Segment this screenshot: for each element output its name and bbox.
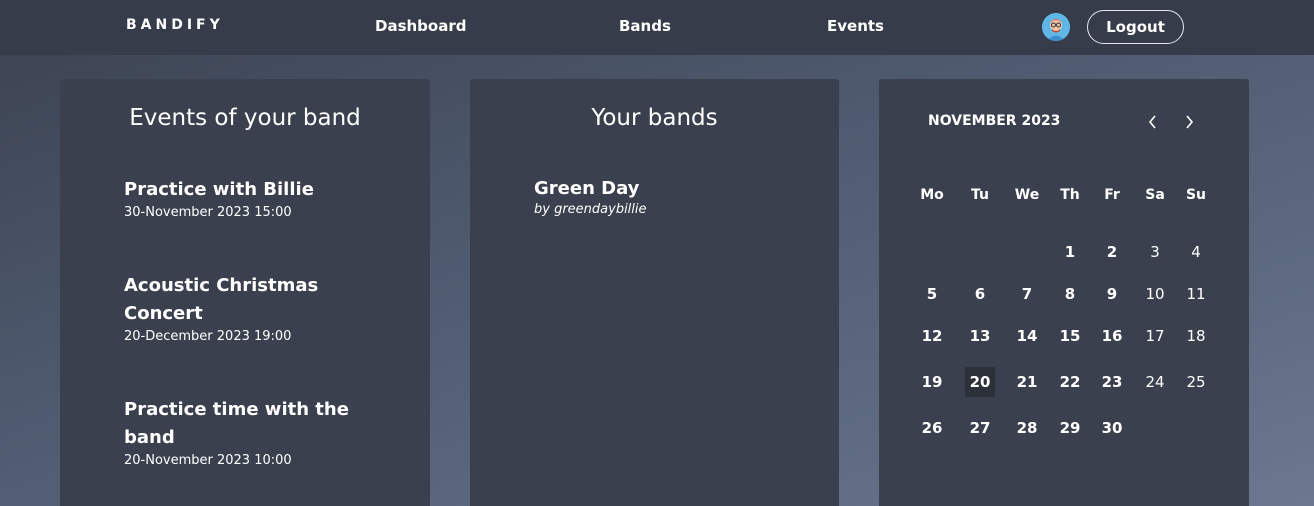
calendar-day[interactable]: 5 <box>917 279 947 309</box>
calendar-day[interactable]: 4 <box>1181 237 1211 267</box>
calendar-day[interactable]: 15 <box>1055 321 1085 351</box>
event-item[interactable]: Acoustic Christmas Concert 20-December 2… <box>124 272 364 346</box>
nav-link-dashboard[interactable]: Dashboard <box>375 17 466 35</box>
logout-button[interactable]: Logout <box>1087 10 1184 44</box>
calendar-day[interactable]: 11 <box>1181 279 1211 309</box>
calendar-day[interactable]: 3 <box>1140 237 1170 267</box>
brand-logo[interactable]: BANDIFY <box>126 17 224 33</box>
event-title: Practice with Billie <box>124 179 314 200</box>
event-title: Practice time with the band <box>124 399 349 448</box>
calendar-day[interactable]: 28 <box>1012 413 1042 443</box>
calendar-day[interactable]: 2 <box>1097 237 1127 267</box>
calendar-day[interactable]: 24 <box>1140 367 1170 397</box>
calendar-day[interactable]: 10 <box>1140 279 1170 309</box>
bands-card: Your bands Green Day by greendaybillie <box>470 79 839 506</box>
calendar-day[interactable]: 6 <box>965 279 995 309</box>
calendar-day[interactable]: 14 <box>1012 321 1042 351</box>
calendar-day[interactable]: 7 <box>1012 279 1042 309</box>
calendar-weekday-fr: Fr <box>1104 187 1120 203</box>
band-name: Green Day <box>534 178 640 199</box>
calendar-day[interactable]: 30 <box>1097 413 1127 443</box>
chevron-left-icon[interactable] <box>1143 112 1163 132</box>
calendar-day[interactable]: 25 <box>1181 367 1211 397</box>
event-item[interactable]: Practice time with the band 20-November … <box>124 396 364 470</box>
event-title: Acoustic Christmas Concert <box>124 275 319 324</box>
calendar-day[interactable]: 21 <box>1012 367 1042 397</box>
events-card-title: Events of your band <box>129 105 361 131</box>
band-item[interactable]: Green Day by greendaybillie <box>534 176 647 218</box>
calendar-day[interactable]: 26 <box>917 413 947 443</box>
event-date: 20-December 2023 19:00 <box>124 329 292 344</box>
calendar-weekday-tu: Tu <box>971 187 989 203</box>
calendar-card: NOVEMBER 2023 Mo Tu We Th Fr Sa Su 1 2 3 4 5 6 7 8 9 10 1… <box>879 79 1249 506</box>
calendar-day[interactable]: 1 <box>1055 237 1085 267</box>
calendar-day[interactable]: 27 <box>965 413 995 443</box>
user-avatar-icon[interactable] <box>1042 13 1070 41</box>
event-date: 30-November 2023 15:00 <box>124 205 292 220</box>
calendar-day[interactable]: 18 <box>1181 321 1211 351</box>
calendar-day[interactable]: 23 <box>1097 367 1127 397</box>
event-item[interactable]: Practice with Billie 30-November 2023 15… <box>124 176 364 222</box>
calendar-day[interactable]: 8 <box>1055 279 1085 309</box>
calendar-weekday-sa: Sa <box>1145 187 1165 203</box>
events-card: Events of your band Practice with Billie… <box>60 79 430 506</box>
calendar-weekday-th: Th <box>1060 187 1080 203</box>
calendar-weekday-mo: Mo <box>920 187 944 203</box>
calendar-day[interactable]: 19 <box>917 367 947 397</box>
calendar-weekday-we: We <box>1014 187 1040 203</box>
calendar-weekday-su: Su <box>1185 187 1207 203</box>
calendar-day[interactable]: 22 <box>1055 367 1085 397</box>
calendar-day[interactable]: 17 <box>1140 321 1170 351</box>
calendar-day[interactable]: 9 <box>1097 279 1127 309</box>
calendar-day[interactable]: 29 <box>1055 413 1085 443</box>
calendar-day-selected[interactable]: 20 <box>965 367 995 397</box>
band-owner: by greendaybillie <box>534 202 647 217</box>
top-navbar: BANDIFY Dashboard Bands Events Logout <box>0 0 1314 55</box>
calendar-month-label: NOVEMBER 2023 <box>928 113 1061 129</box>
event-date: 20-November 2023 10:00 <box>124 453 292 468</box>
calendar-day[interactable]: 12 <box>917 321 947 351</box>
nav-link-bands[interactable]: Bands <box>619 17 671 35</box>
bands-card-title: Your bands <box>591 105 718 131</box>
calendar-day[interactable]: 13 <box>965 321 995 351</box>
calendar-day[interactable]: 16 <box>1097 321 1127 351</box>
nav-link-events[interactable]: Events <box>827 17 884 35</box>
chevron-right-icon[interactable] <box>1179 112 1199 132</box>
